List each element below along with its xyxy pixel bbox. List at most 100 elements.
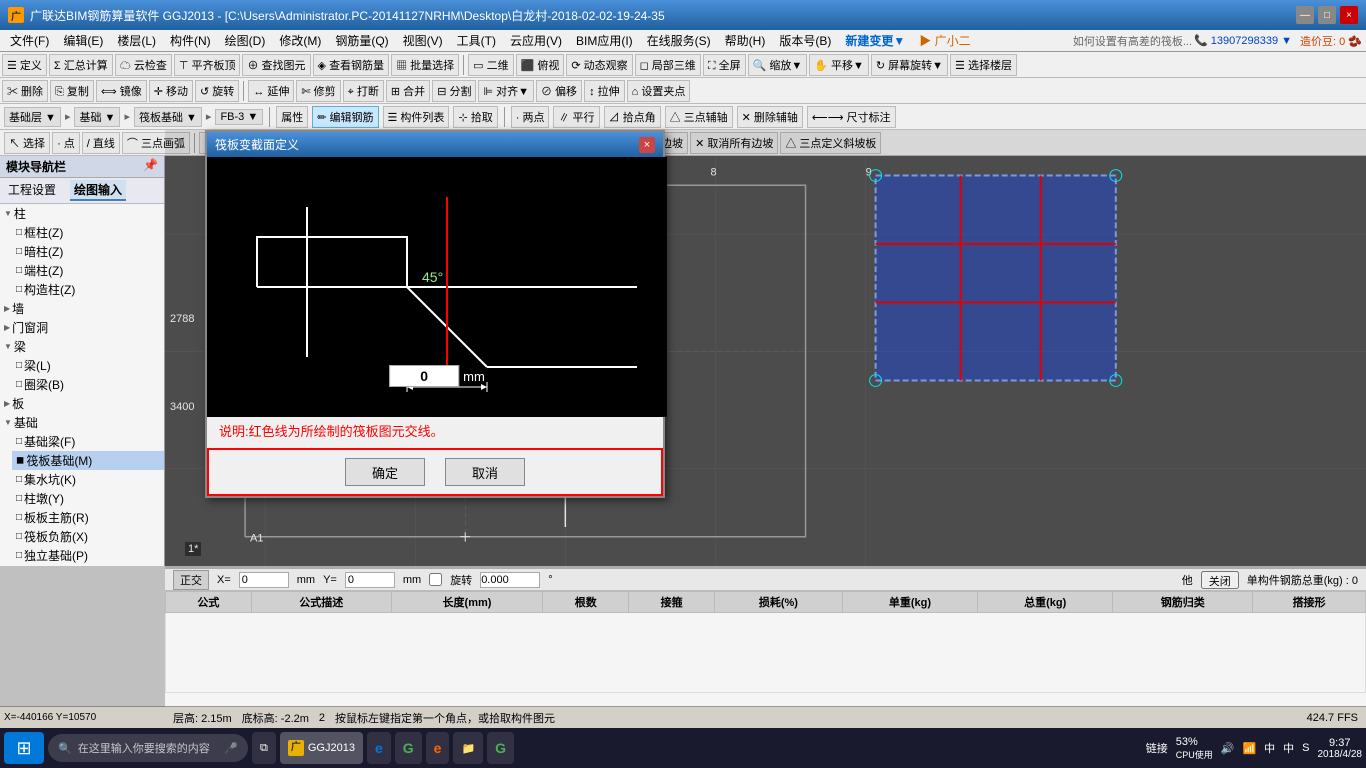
btn-rotate[interactable]: ↺ 旋转: [195, 80, 239, 102]
tree-neg-rebar[interactable]: □ 筏板负筋(X): [12, 527, 164, 546]
bc-foundation[interactable]: 基础 ▼: [74, 107, 120, 127]
tree-foundation[interactable]: ▼ 基础: [0, 413, 164, 432]
btn-cloud-check[interactable]: ☁ 云检查: [115, 54, 172, 76]
tree-structcol[interactable]: □ 构造柱(Z): [12, 280, 164, 299]
btn-align[interactable]: ⊫ 对齐▼: [478, 80, 534, 102]
tree-isolated[interactable]: □ 独立基础(P): [12, 546, 164, 565]
tree-beam[interactable]: ▼ 梁: [0, 337, 164, 356]
minimize-button[interactable]: —: [1296, 6, 1314, 24]
section-depth-input[interactable]: [389, 365, 459, 387]
btn-edit-rebar[interactable]: ✏ 编辑钢筋: [312, 106, 378, 128]
bc-base-layer[interactable]: 基础层 ▼: [4, 107, 61, 127]
menu-help[interactable]: 帮助(H): [719, 30, 772, 51]
btn-batch-select[interactable]: ▦ 批量选择: [391, 54, 459, 76]
btn-trim[interactable]: ✄ 修剪: [296, 80, 340, 102]
section-draw[interactable]: 绘图输入: [70, 180, 126, 201]
btn-dimension[interactable]: ⟵⟶ 尺寸标注: [807, 106, 896, 128]
btn-split[interactable]: ⊟ 分割: [432, 80, 476, 102]
btn-dynamic[interactable]: ⟳ 动态观察: [566, 54, 632, 76]
coord-x-input[interactable]: [239, 572, 289, 588]
bc-raft[interactable]: 筏板基础 ▼: [134, 107, 202, 127]
btn-component-list[interactable]: ☰ 构件列表: [383, 106, 450, 128]
menu-modify[interactable]: 修改(M): [273, 30, 327, 51]
tree-wall[interactable]: ▶ 墙: [0, 299, 164, 318]
menu-component[interactable]: 构件(N): [164, 30, 217, 51]
tree-ringbeam[interactable]: □ 圈梁(B): [12, 375, 164, 394]
btn-point[interactable]: · 点: [52, 132, 80, 154]
dialog-cancel-button[interactable]: 取消: [445, 458, 525, 486]
menu-file[interactable]: 文件(F): [4, 30, 55, 51]
rotate-checkbox[interactable]: [429, 573, 442, 586]
tray-network[interactable]: 📶: [1242, 742, 1256, 755]
btn-pick-angle[interactable]: ⊿ 拾点角: [604, 106, 661, 128]
ortho-btn[interactable]: 正交: [173, 570, 209, 590]
menu-cloud[interactable]: 云应用(V): [504, 30, 568, 51]
btn-local-3d[interactable]: ◻ 局部三维: [635, 54, 701, 76]
btn-merge[interactable]: ⊞ 合并: [386, 80, 430, 102]
taskbar-edge[interactable]: e: [367, 732, 391, 764]
btn-2d[interactable]: ▭ 二维: [468, 54, 513, 76]
btn-screen-rotate[interactable]: ↻ 屏幕旋转▼: [871, 54, 948, 76]
menu-layer[interactable]: 楼层(L): [111, 30, 162, 51]
tree-raft[interactable]: ◼ 筏板基础(M): [12, 451, 164, 470]
tray-sgame[interactable]: S: [1302, 742, 1309, 754]
sidebar-pin[interactable]: 📌: [143, 158, 158, 175]
btn-parallel[interactable]: ∥ 平行: [553, 106, 599, 128]
tree-sump[interactable]: □ 集水坑(K): [12, 470, 164, 489]
taskbar-app-ggj[interactable]: 广 GGJ2013: [280, 732, 363, 764]
menu-newchange[interactable]: 新建变更▼: [839, 30, 911, 51]
tray-volume[interactable]: 🔊: [1221, 742, 1235, 755]
tree-endcol[interactable]: □ 端柱(Z): [12, 261, 164, 280]
btn-define[interactable]: ☰ 定义: [2, 54, 47, 76]
menu-online[interactable]: 在线服务(S): [641, 30, 717, 51]
coord-y-input[interactable]: [345, 572, 395, 588]
tray-lang[interactable]: 中: [1264, 740, 1275, 756]
close-panel-btn[interactable]: 关闭: [1201, 571, 1239, 589]
btn-pan[interactable]: ✋ 平移▼: [809, 54, 869, 76]
btn-fullscreen[interactable]: ⛶ 全屏: [703, 54, 746, 76]
menu-version[interactable]: 版本号(B): [773, 30, 837, 51]
btn-calc[interactable]: Σ 汇总计算: [49, 54, 113, 76]
rotate-input[interactable]: [480, 572, 540, 588]
taskbar-files[interactable]: 📁: [453, 732, 483, 764]
tree-found-beam[interactable]: □ 基础梁(F): [12, 432, 164, 451]
btn-stretch[interactable]: ↕ 拉伸: [584, 80, 625, 102]
dialog-close-button[interactable]: ×: [639, 137, 655, 153]
tree-beam-l[interactable]: □ 梁(L): [12, 356, 164, 375]
tree-strip[interactable]: □ 条形基础(T): [12, 565, 164, 566]
btn-pick[interactable]: ⊹ 拾取: [453, 106, 497, 128]
btn-three-axis[interactable]: △ 三点辅轴: [665, 106, 733, 128]
btn-view-rebar[interactable]: ◈ 查看钢筋量: [313, 54, 390, 76]
btn-three-point-slope[interactable]: △ 三点定义斜坡板: [780, 132, 881, 154]
section-settings[interactable]: 工程设置: [4, 180, 60, 201]
btn-select[interactable]: ↖ 选择: [4, 132, 50, 154]
btn-find[interactable]: ⊕ 查找图元: [242, 54, 310, 76]
btn-del-axis[interactable]: ✕ 删除辅轴: [737, 106, 803, 128]
tree-slab[interactable]: ▶ 板: [0, 394, 164, 413]
btn-copy[interactable]: ⎘ 复制: [50, 80, 94, 102]
taskbar-browser3[interactable]: e: [426, 732, 450, 764]
tree-darkcol[interactable]: □ 暗柱(Z): [12, 242, 164, 261]
menu-edit[interactable]: 编辑(E): [57, 30, 109, 51]
btn-property[interactable]: 属性: [276, 106, 308, 128]
btn-zoom[interactable]: 🔍 缩放▼: [748, 54, 808, 76]
menu-ad[interactable]: ▶ 广小二: [913, 30, 976, 51]
btn-cancel-slope[interactable]: ✕ 取消所有边坡: [690, 132, 778, 154]
btn-offset[interactable]: ⊘ 偏移: [536, 80, 582, 102]
btn-top-view[interactable]: ⬛ 俯视: [516, 54, 565, 76]
btn-move[interactable]: ✛ 移动: [149, 80, 193, 102]
menu-view[interactable]: 视图(V): [397, 30, 449, 51]
btn-grip[interactable]: ⌂ 设置夹点: [627, 80, 691, 102]
taskbar-browser2[interactable]: G: [395, 732, 422, 764]
tray-input[interactable]: 中: [1283, 740, 1294, 756]
tree-col[interactable]: ▼ 柱: [0, 204, 164, 223]
btn-break[interactable]: ⌖ 打断: [343, 80, 384, 102]
btn-extend[interactable]: ↔ 延伸: [248, 80, 294, 102]
start-button[interactable]: ⊞: [4, 732, 44, 764]
tree-framecol[interactable]: □ 框柱(Z): [12, 223, 164, 242]
btn-align-top[interactable]: ⊤ 平齐板顶: [174, 54, 241, 76]
maximize-button[interactable]: □: [1318, 6, 1336, 24]
btn-select-layer[interactable]: ☰ 选择楼层: [950, 54, 1017, 76]
btn-delete[interactable]: ✂ 删除: [2, 80, 48, 102]
dialog-confirm-button[interactable]: 确定: [345, 458, 425, 486]
